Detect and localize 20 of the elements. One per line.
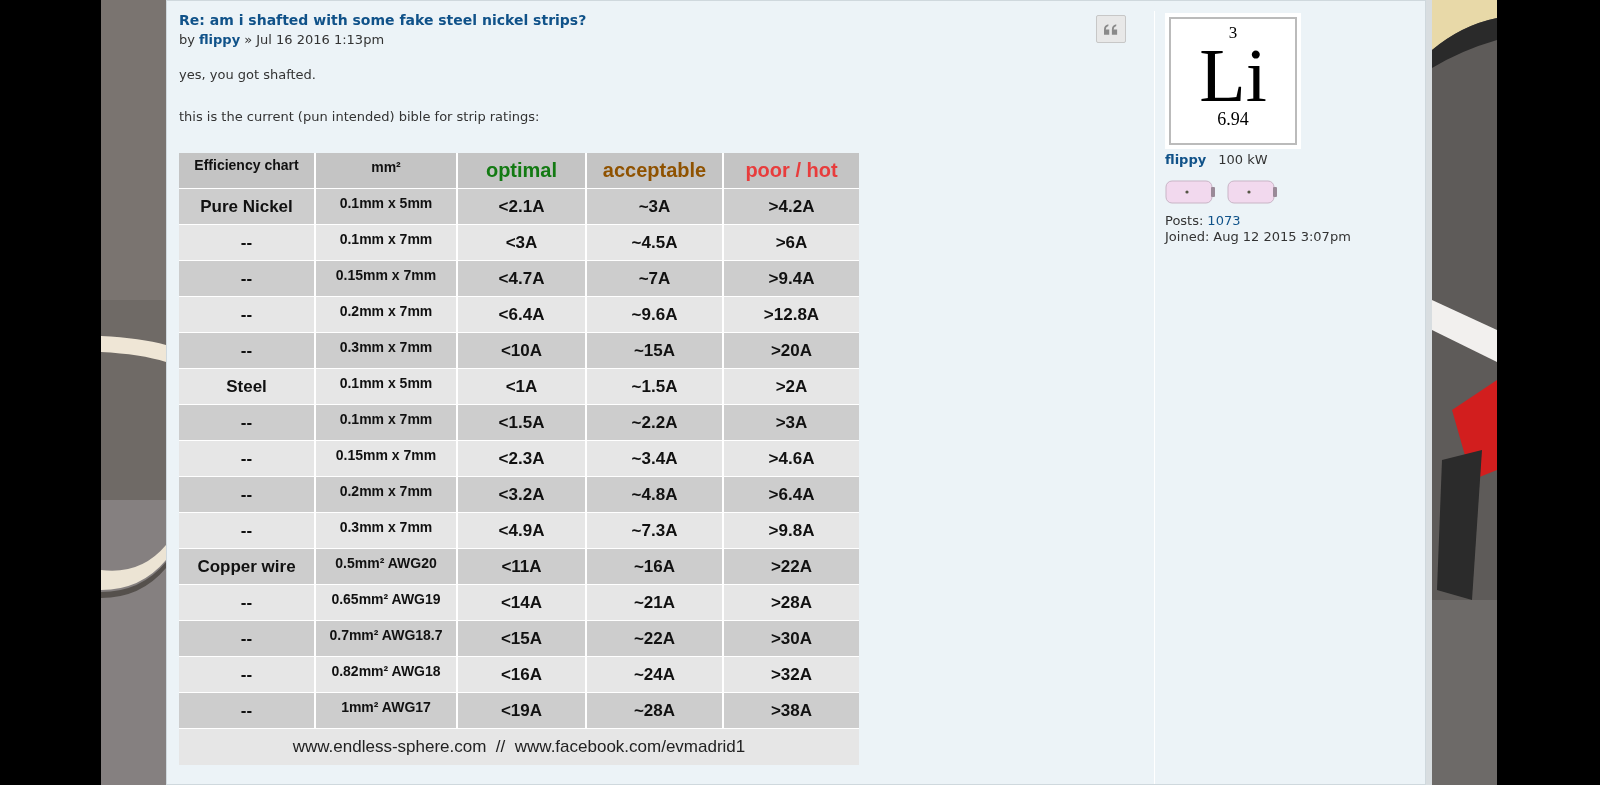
table-footer: www.endless-sphere.com // www.facebook.com/evmadrid1 xyxy=(179,729,859,765)
post-title[interactable]: Re: am i shafted with some fake steel nickel strips? xyxy=(179,11,859,29)
post-text: yes, you got shafted. xyxy=(179,67,317,83)
byline-date: » Jul 16 2016 1:13pm xyxy=(244,32,385,47)
quote-icon xyxy=(1104,23,1118,35)
atomic-number: 3 xyxy=(1228,23,1238,43)
user-rank: 100 kW xyxy=(1218,152,1268,167)
byline-prefix: by xyxy=(179,32,195,47)
stat-label: Joined: xyxy=(1165,229,1210,245)
quote-button[interactable] xyxy=(1096,15,1126,43)
username-link[interactable]: flippy xyxy=(1165,152,1207,167)
atomic-mass: 6.94 xyxy=(1217,109,1249,130)
post-text: this is the current (pun intended) bible for strip ratings: xyxy=(179,109,541,125)
element-symbol: Li xyxy=(1199,43,1267,107)
battery-icon xyxy=(1227,179,1279,205)
stat-value[interactable]: 1073 xyxy=(1207,213,1241,229)
battery-icon xyxy=(1165,179,1217,205)
stat-value: Aug 12 2015 3:07pm xyxy=(1213,229,1351,245)
stat-label: Posts: xyxy=(1165,213,1204,229)
author-link[interactable]: flippy xyxy=(198,32,241,47)
